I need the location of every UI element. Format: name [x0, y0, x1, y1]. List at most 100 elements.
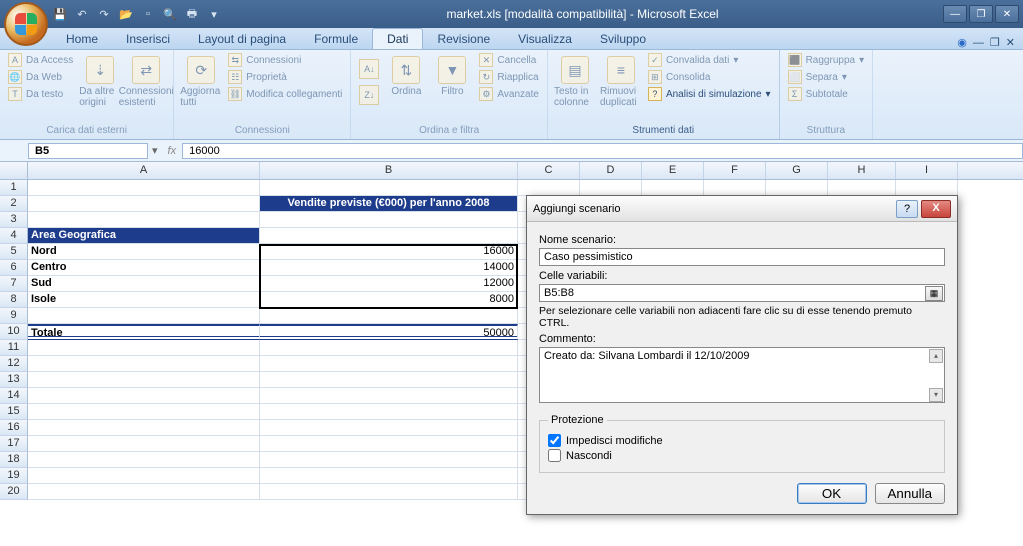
row-header[interactable]: 12: [0, 356, 28, 372]
help-icon[interactable]: ◉: [957, 36, 967, 49]
dialog-titlebar[interactable]: Aggiungi scenario ? X: [527, 196, 957, 222]
row-header[interactable]: 3: [0, 212, 28, 228]
row-header[interactable]: 15: [0, 404, 28, 420]
edit-links-button[interactable]: ⛓Modifica collegamenti: [226, 86, 344, 102]
cell-B13[interactable]: [260, 372, 518, 388]
row-header[interactable]: 18: [0, 452, 28, 468]
sort-button[interactable]: ⇅Ordina: [385, 52, 427, 97]
row-header[interactable]: 17: [0, 436, 28, 452]
cell-B14[interactable]: [260, 388, 518, 404]
row-header[interactable]: 7: [0, 276, 28, 292]
cell-B19[interactable]: [260, 468, 518, 484]
comment-textarea[interactable]: [539, 347, 945, 403]
close-button[interactable]: ✕: [995, 5, 1019, 23]
minimize-button[interactable]: —: [943, 5, 967, 23]
cell-A11[interactable]: [28, 340, 260, 356]
advanced-button[interactable]: ⚙Avanzate: [477, 86, 541, 102]
dialog-help-button[interactable]: ?: [896, 200, 918, 218]
cell-G1[interactable]: [766, 180, 828, 196]
ungroup-button[interactable]: ⬜Separa▾: [786, 69, 867, 85]
existing-conn-button[interactable]: ⇄Connessioni esistenti: [125, 52, 167, 108]
cell-C1[interactable]: [518, 180, 580, 196]
scenario-name-input[interactable]: [539, 248, 945, 266]
cell-A2[interactable]: [28, 196, 260, 212]
doc-restore-icon[interactable]: ❐: [990, 36, 1000, 49]
cell-B10[interactable]: 50000: [260, 324, 518, 340]
tab-insert[interactable]: Inserisci: [112, 29, 184, 49]
maximize-button[interactable]: ❐: [969, 5, 993, 23]
redo-icon[interactable]: ↷: [96, 6, 112, 22]
tab-developer[interactable]: Sviluppo: [586, 29, 660, 49]
cell-A4[interactable]: Area Geografica: [28, 228, 260, 244]
tab-data[interactable]: Dati: [372, 28, 423, 49]
cell-A19[interactable]: [28, 468, 260, 484]
textarea-scroll-up[interactable]: ▴: [929, 349, 943, 363]
formula-input[interactable]: 16000: [182, 143, 1023, 159]
tab-formulas[interactable]: Formule: [300, 29, 372, 49]
cell-B15[interactable]: [260, 404, 518, 420]
data-validation-button[interactable]: ✓Convalida dati▾: [646, 52, 773, 68]
reapply-button[interactable]: ↻Riapplica: [477, 69, 541, 85]
row-header[interactable]: 6: [0, 260, 28, 276]
cell-B20[interactable]: [260, 484, 518, 500]
col-header[interactable]: E: [642, 162, 704, 179]
col-header[interactable]: A: [28, 162, 260, 179]
cell-A6[interactable]: Centro: [28, 260, 260, 276]
cell-A16[interactable]: [28, 420, 260, 436]
open-icon[interactable]: 📂: [118, 6, 134, 22]
cell-A12[interactable]: [28, 356, 260, 372]
cell-B16[interactable]: [260, 420, 518, 436]
cell-A7[interactable]: Sud: [28, 276, 260, 292]
fx-icon[interactable]: fx: [168, 145, 177, 157]
cell-A13[interactable]: [28, 372, 260, 388]
tab-review[interactable]: Revisione: [423, 29, 504, 49]
cell-A15[interactable]: [28, 404, 260, 420]
cell-D1[interactable]: [580, 180, 642, 196]
cell-A18[interactable]: [28, 452, 260, 468]
row-header[interactable]: 16: [0, 420, 28, 436]
namebox-dropdown-icon[interactable]: ▾: [148, 144, 162, 157]
doc-minimize-icon[interactable]: —: [973, 37, 984, 49]
cell-B8[interactable]: 8000: [260, 292, 518, 308]
cell-A1[interactable]: [28, 180, 260, 196]
cell-A10[interactable]: Totale: [28, 324, 260, 340]
sort-asc-button[interactable]: A↓: [357, 58, 381, 80]
col-header[interactable]: C: [518, 162, 580, 179]
whatif-button[interactable]: ?Analisi di simulazione▾: [646, 86, 773, 102]
cell-A8[interactable]: Isole: [28, 292, 260, 308]
refresh-all-button[interactable]: ⟳Aggiorna tutti: [180, 52, 222, 108]
cell-I1[interactable]: [896, 180, 958, 196]
cell-B2[interactable]: Vendite previste (€000) per l'anno 2008: [260, 196, 518, 212]
cell-B9[interactable]: [260, 308, 518, 324]
row-header[interactable]: 9: [0, 308, 28, 324]
row-header[interactable]: 13: [0, 372, 28, 388]
col-header[interactable]: D: [580, 162, 642, 179]
properties-button[interactable]: ☷Proprietà: [226, 69, 344, 85]
cell-B7[interactable]: 12000: [260, 276, 518, 292]
cell-A17[interactable]: [28, 436, 260, 452]
cell-A3[interactable]: [28, 212, 260, 228]
cell-B1[interactable]: [260, 180, 518, 196]
row-header[interactable]: 10: [0, 324, 28, 340]
cell-A14[interactable]: [28, 388, 260, 404]
cell-B6[interactable]: 14000: [260, 260, 518, 276]
from-web-button[interactable]: 🌐Da Web: [6, 69, 75, 85]
name-box[interactable]: B5: [28, 143, 148, 159]
changing-cells-input[interactable]: [539, 284, 945, 302]
textarea-scroll-down[interactable]: ▾: [929, 388, 943, 402]
cell-B3[interactable]: [260, 212, 518, 228]
hide-checkbox[interactable]: [548, 449, 561, 462]
from-other-button[interactable]: ⇣Da altre origini: [79, 52, 121, 108]
cell-B11[interactable]: [260, 340, 518, 356]
filter-button[interactable]: ▼Filtro: [431, 52, 473, 97]
cell-A5[interactable]: Nord: [28, 244, 260, 260]
group-button[interactable]: ⬛Raggruppa▾: [786, 52, 867, 68]
row-header[interactable]: 5: [0, 244, 28, 260]
from-text-button[interactable]: TDa testo: [6, 86, 75, 102]
office-button[interactable]: [4, 2, 48, 46]
row-header[interactable]: 19: [0, 468, 28, 484]
from-access-button[interactable]: ADa Access: [6, 52, 75, 68]
select-all-corner[interactable]: [0, 162, 28, 179]
connections-button[interactable]: ⇆Connessioni: [226, 52, 344, 68]
quick-print-icon[interactable]: 🖶: [184, 6, 200, 22]
